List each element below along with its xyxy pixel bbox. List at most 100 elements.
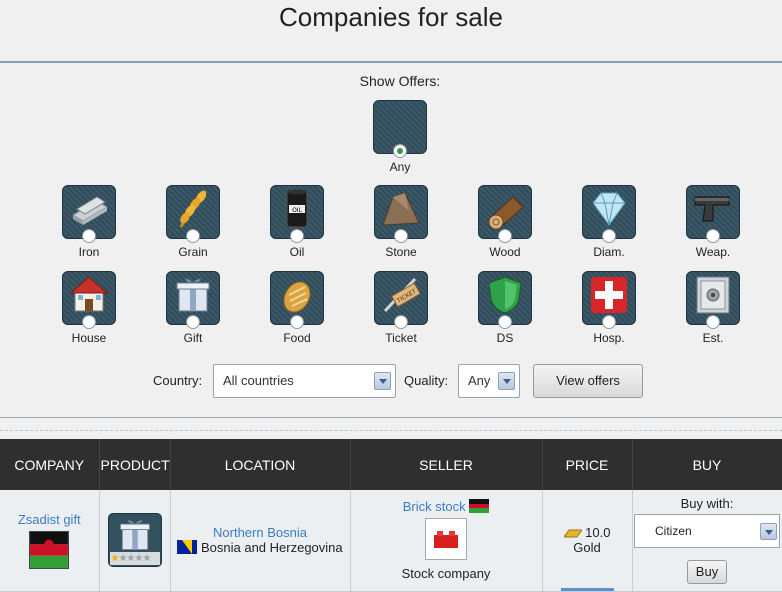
gift-icon	[176, 278, 210, 312]
product-filter-label: Ticket	[385, 331, 417, 345]
header-price: PRICE	[542, 439, 633, 490]
radio-house[interactable]	[82, 315, 96, 329]
view-offers-button[interactable]: View offers	[533, 364, 643, 398]
hospital-tile[interactable]	[582, 271, 636, 329]
show-offers-label: Show Offers:	[359, 73, 441, 89]
chevron-down-icon[interactable]	[498, 372, 515, 390]
divider	[0, 430, 782, 431]
quality-select-value: Any	[468, 373, 491, 388]
lego-brick-icon	[434, 531, 458, 549]
house-icon	[69, 276, 109, 312]
product-filter-label: Est.	[702, 331, 724, 345]
product-filter-estate[interactable]: Est.	[685, 271, 741, 345]
radio-gift[interactable]	[186, 315, 200, 329]
ds-tile[interactable]	[478, 271, 532, 329]
seller-type: Stock company	[401, 566, 491, 582]
product-filter-grain[interactable]: Grain	[165, 185, 221, 259]
product-filter-any[interactable]: Any	[372, 100, 428, 174]
gift-icon	[119, 520, 150, 551]
product-filter-food[interactable]: Food	[269, 271, 325, 345]
product-filter-label: Any	[389, 160, 411, 174]
radio-any[interactable]	[393, 144, 407, 158]
product-filter-ticket[interactable]: TICKET Ticket	[373, 271, 429, 345]
radio-food[interactable]	[290, 315, 304, 329]
product-filter-diamond[interactable]: Diam.	[581, 185, 637, 259]
buy-with-select[interactable]: Citizen	[634, 514, 780, 549]
product-filter-label: Iron	[78, 245, 100, 259]
stone-icon	[382, 192, 420, 226]
product-filter-label: Wood	[489, 245, 521, 259]
product-filter-label: Stone	[385, 245, 417, 259]
grain-tile[interactable]	[166, 185, 220, 243]
product-filter-stone[interactable]: Stone	[373, 185, 429, 259]
product-cell: ★★★★★	[99, 490, 171, 592]
ticket-icon: TICKET	[383, 277, 421, 313]
product-filter-wood[interactable]: Wood	[477, 185, 533, 259]
header-seller: SELLER	[350, 439, 543, 490]
radio-iron[interactable]	[82, 229, 96, 243]
iron-tile[interactable]	[62, 185, 116, 243]
radio-grain[interactable]	[186, 229, 200, 243]
header-company: COMPANY	[0, 439, 100, 490]
iron-icon	[72, 196, 108, 225]
wood-tile[interactable]	[478, 185, 532, 243]
divider	[0, 61, 782, 63]
radio-hospital[interactable]	[602, 315, 616, 329]
estate-tile[interactable]	[686, 271, 740, 329]
product-filter-hospital[interactable]: Hosp.	[581, 271, 637, 345]
radio-ds[interactable]	[498, 315, 512, 329]
radio-diamond[interactable]	[602, 229, 616, 243]
diamond-icon	[592, 192, 626, 226]
page-title: Companies for sale	[279, 2, 503, 32]
buy-cell: Buy with: Citizen Buy	[632, 490, 782, 592]
diamond-tile[interactable]	[582, 185, 636, 243]
price-value: 10.0	[585, 525, 611, 541]
product-filter-label: Gift	[183, 331, 203, 345]
ticket-tile[interactable]: TICKET	[374, 271, 428, 329]
seller-logo[interactable]	[425, 518, 467, 561]
product-gift-box: ★★★★★	[107, 513, 162, 568]
product-filter-oil[interactable]: OIL Oil	[269, 185, 325, 259]
chevron-down-icon[interactable]	[374, 372, 391, 390]
radio-stone[interactable]	[394, 229, 408, 243]
radio-weapon[interactable]	[706, 229, 720, 243]
product-filter-iron[interactable]: Iron	[61, 185, 117, 259]
house-tile[interactable]	[62, 271, 116, 329]
product-filter-label: Oil	[289, 245, 305, 259]
company-cell: Zsadist gift	[0, 490, 100, 592]
product-filter-weapon[interactable]: Weap.	[685, 185, 741, 259]
malawi-flag-icon	[29, 530, 70, 569]
weapon-icon	[694, 196, 730, 222]
country-select[interactable]: All countries	[213, 364, 396, 398]
radio-estate[interactable]	[706, 315, 720, 329]
hospital-icon	[591, 277, 627, 313]
radio-oil[interactable]	[290, 229, 304, 243]
radio-wood[interactable]	[498, 229, 512, 243]
product-filter-gift[interactable]: Gift	[165, 271, 221, 345]
seller-link[interactable]: Brick stock	[403, 499, 466, 514]
quality-label: Quality:	[404, 373, 449, 388]
bosnia-flag-icon	[177, 540, 198, 555]
product-filter-label: Food	[283, 331, 311, 345]
company-link[interactable]: Zsadist gift	[18, 512, 81, 527]
product-filter-ds[interactable]: DS	[477, 271, 533, 345]
product-filter-label: Weap.	[695, 245, 731, 259]
any-tile[interactable]	[373, 100, 427, 158]
product-filter-house[interactable]: House	[61, 271, 117, 345]
food-tile[interactable]	[270, 271, 324, 329]
price-progress-bar	[560, 587, 614, 591]
food-icon	[283, 281, 311, 313]
quality-select[interactable]: Any	[458, 364, 520, 398]
stone-tile[interactable]	[374, 185, 428, 243]
weapon-tile[interactable]	[686, 185, 740, 243]
chevron-down-icon[interactable]	[760, 523, 777, 541]
wood-icon	[488, 196, 524, 230]
buy-button[interactable]: Buy	[686, 560, 728, 585]
region-link[interactable]: Northern Bosnia	[213, 525, 307, 540]
malawi-flag-icon	[469, 499, 490, 514]
offers-table: COMPANY PRODUCT LOCATION SELLER PRICE BU…	[0, 439, 782, 592]
oil-tile[interactable]: OIL	[270, 185, 324, 243]
radio-ticket[interactable]	[394, 315, 408, 329]
country-label: Country:	[153, 373, 203, 388]
gift-tile[interactable]	[166, 271, 220, 329]
